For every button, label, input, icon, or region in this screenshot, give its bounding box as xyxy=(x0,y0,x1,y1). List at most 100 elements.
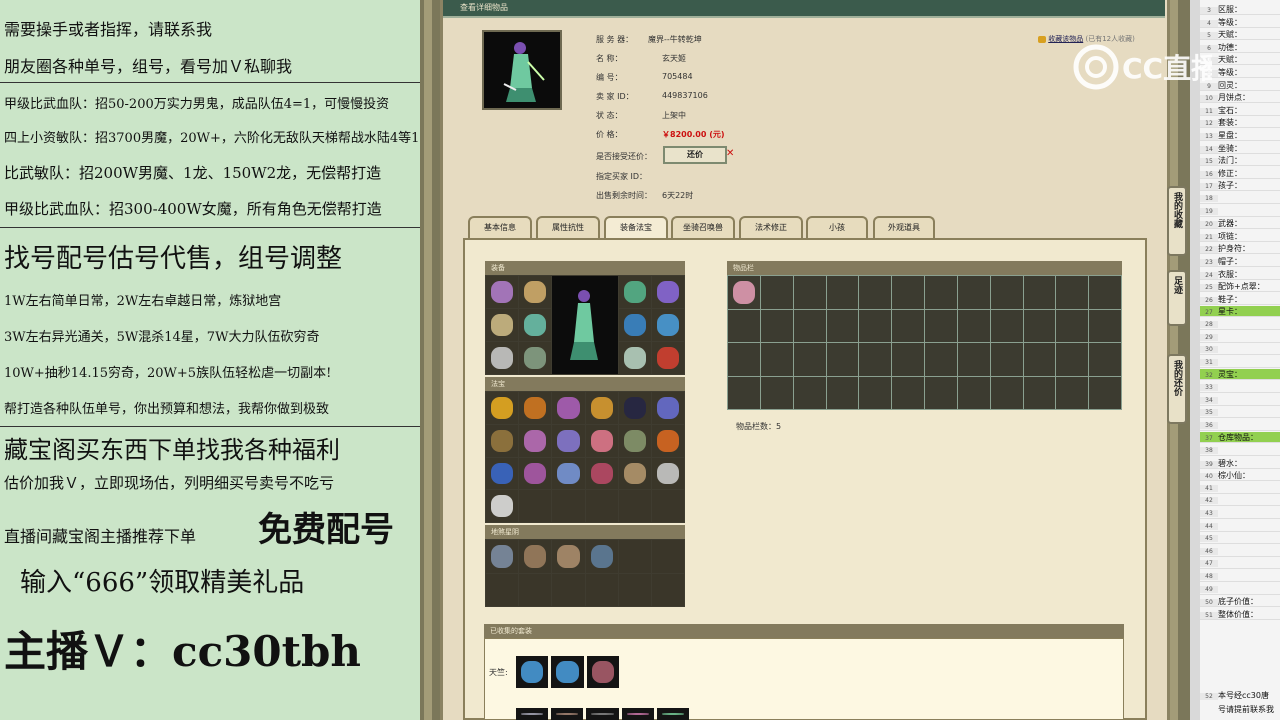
inventory-slot-empty[interactable] xyxy=(859,309,892,342)
sheet-row[interactable]: 31 xyxy=(1200,357,1280,368)
inventory-slot-empty[interactable] xyxy=(728,309,760,342)
sheet-row[interactable]: 18 xyxy=(1200,193,1280,204)
talisman-slot-empty[interactable] xyxy=(585,573,618,606)
treasure-slot[interactable] xyxy=(552,457,585,490)
inventory-slot[interactable] xyxy=(728,276,760,309)
inventory-slot-empty[interactable] xyxy=(1056,309,1089,342)
close-icon[interactable]: ✕ xyxy=(726,148,734,159)
sheet-row[interactable]: 20 武器： xyxy=(1200,218,1280,230)
inventory-slot-empty[interactable] xyxy=(990,309,1023,342)
sheet-row[interactable]: 21 项链： xyxy=(1200,231,1280,242)
equipment-slot[interactable] xyxy=(651,309,684,341)
sheet-row[interactable]: 30 xyxy=(1200,344,1280,356)
inventory-slot-empty[interactable] xyxy=(793,309,826,342)
inventory-slot-empty[interactable] xyxy=(826,343,859,376)
sheet-row[interactable]: 7 天赋： xyxy=(1200,54,1280,66)
sheet-row[interactable]: 23 帽子： xyxy=(1200,256,1280,267)
treasure-slot-empty[interactable] xyxy=(651,490,684,522)
talisman-slot-empty[interactable] xyxy=(519,573,552,606)
inventory-slot-empty[interactable] xyxy=(1089,276,1121,309)
sheet-row[interactable]: 46 xyxy=(1200,546,1280,557)
treasure-slot[interactable] xyxy=(552,392,585,424)
inventory-slot-empty[interactable] xyxy=(760,276,793,309)
treasure-slot-empty[interactable] xyxy=(552,490,585,522)
inventory-slot-empty[interactable] xyxy=(760,309,793,342)
inventory-slot-empty[interactable] xyxy=(892,309,924,342)
suit-slot[interactable] xyxy=(621,708,654,720)
sheet-row[interactable]: 27 星卡： xyxy=(1200,306,1280,318)
talisman-slot-empty[interactable] xyxy=(651,573,684,606)
inventory-slot-empty[interactable] xyxy=(990,276,1023,309)
sheet-row[interactable]: 4 等级： xyxy=(1200,17,1280,28)
sheet-row[interactable]: 6 功德： xyxy=(1200,42,1280,53)
equipment-slot[interactable] xyxy=(519,309,552,341)
inventory-slot-empty[interactable] xyxy=(990,376,1023,409)
sheet-row[interactable]: 17 孩子： xyxy=(1200,180,1280,192)
inventory-slot-empty[interactable] xyxy=(957,309,990,342)
tab-attributes[interactable]: 属性抗性 xyxy=(536,216,600,239)
sheet-row[interactable]: 25 配饰+点翠： xyxy=(1200,281,1280,293)
inventory-slot-empty[interactable] xyxy=(1023,276,1056,309)
inventory-slot-empty[interactable] xyxy=(1089,343,1121,376)
sheet-row[interactable]: 34 xyxy=(1200,395,1280,406)
treasure-slot[interactable] xyxy=(618,457,651,490)
talisman-slot[interactable] xyxy=(486,540,519,573)
sheet-row[interactable]: 5 天赋： xyxy=(1200,29,1280,41)
sheet-row[interactable]: 15 法门： xyxy=(1200,155,1280,167)
treasure-slot[interactable] xyxy=(486,424,519,457)
sheet-row[interactable]: 10 月饼点： xyxy=(1200,92,1280,104)
inventory-slot-empty[interactable] xyxy=(728,343,760,376)
treasure-slot-empty[interactable] xyxy=(585,490,618,522)
sheet-row[interactable]: 41 xyxy=(1200,483,1280,494)
treasure-slot-empty[interactable] xyxy=(519,490,552,522)
inventory-slot-empty[interactable] xyxy=(760,343,793,376)
talisman-slot-empty[interactable] xyxy=(618,573,651,606)
equipment-slot[interactable] xyxy=(618,309,651,341)
equipment-slot[interactable] xyxy=(651,276,684,308)
sheet-row[interactable]: 24 衣服： xyxy=(1200,269,1280,280)
sheet-row[interactable]: 42 xyxy=(1200,495,1280,507)
suit-slot[interactable] xyxy=(516,708,549,720)
talisman-slot[interactable] xyxy=(552,540,585,573)
treasure-slot[interactable] xyxy=(585,392,618,424)
inventory-slot-empty[interactable] xyxy=(826,376,859,409)
treasure-slot[interactable] xyxy=(486,490,519,522)
inventory-slot-empty[interactable] xyxy=(925,276,957,309)
sheet-row[interactable]: 29 xyxy=(1200,332,1280,343)
bargain-button[interactable]: 还价 xyxy=(663,146,727,164)
treasure-slot[interactable] xyxy=(486,392,519,424)
side-tab-my-bargains[interactable]: 我的还价 xyxy=(1167,354,1187,424)
sheet-row[interactable]: 32 灵宝： xyxy=(1200,369,1280,381)
talisman-slot-empty[interactable] xyxy=(651,540,684,573)
tab-appearance[interactable]: 外观道具 xyxy=(873,216,935,239)
suit-slot[interactable] xyxy=(551,656,584,688)
sheet-row[interactable]: 14 坐骑： xyxy=(1200,143,1280,154)
inventory-slot-empty[interactable] xyxy=(859,343,892,376)
suit-slot[interactable] xyxy=(586,656,619,688)
treasure-slot[interactable] xyxy=(585,424,618,457)
sheet-row[interactable]: 12 套装： xyxy=(1200,117,1280,129)
sheet-row[interactable]: 39 碧水： xyxy=(1200,458,1280,469)
sheet-row[interactable]: 43 xyxy=(1200,508,1280,519)
treasure-slot[interactable] xyxy=(585,457,618,490)
inventory-slot-empty[interactable] xyxy=(859,276,892,309)
sheet-row[interactable]: 16 修正： xyxy=(1200,168,1280,179)
tab-mounts-summons[interactable]: 坐骑召唤兽 xyxy=(671,216,735,239)
talisman-slot[interactable] xyxy=(519,540,552,573)
inventory-slot-empty[interactable] xyxy=(826,276,859,309)
suit-slot[interactable] xyxy=(516,656,549,688)
inventory-slot-empty[interactable] xyxy=(957,276,990,309)
equipment-slot[interactable] xyxy=(486,342,519,374)
inventory-slot-empty[interactable] xyxy=(925,309,957,342)
sheet-row[interactable]: 47 xyxy=(1200,558,1280,570)
suit-slot[interactable] xyxy=(586,708,619,720)
sheet-footer-row[interactable]: 52 本号经cc30唐 xyxy=(1200,690,1280,701)
equipment-slot[interactable] xyxy=(519,276,552,308)
sheet-row[interactable]: 36 xyxy=(1200,420,1280,431)
sheet-footer-row[interactable]: 号请提前联系我 xyxy=(1200,704,1280,716)
inventory-slot-empty[interactable] xyxy=(1089,309,1121,342)
suit-slot[interactable] xyxy=(656,708,689,720)
inventory-slot-empty[interactable] xyxy=(957,343,990,376)
sheet-row[interactable]: 19 xyxy=(1200,206,1280,217)
sheet-row[interactable]: 8 等级： xyxy=(1200,67,1280,78)
